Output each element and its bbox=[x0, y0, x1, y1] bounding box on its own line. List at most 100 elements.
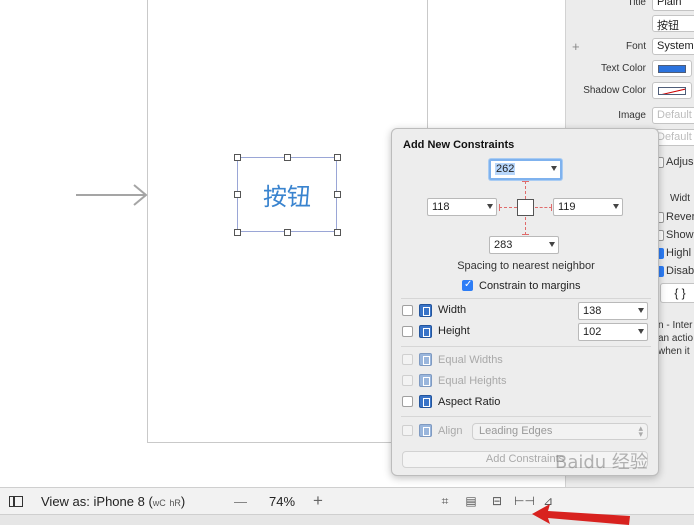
bottom-spacing-value[interactable]: 283 bbox=[494, 239, 512, 251]
title-row: Title Plain bbox=[566, 0, 694, 13]
align-popup[interactable]: Leading Edges ▴ ▾ bbox=[472, 423, 648, 440]
height-value[interactable]: 102 bbox=[583, 326, 601, 338]
equal-widths-checkbox[interactable] bbox=[402, 354, 413, 365]
separator bbox=[401, 416, 651, 417]
resize-handle-t[interactable] bbox=[284, 154, 291, 161]
chevron-down-icon[interactable] bbox=[487, 204, 493, 209]
width-checkbox[interactable] bbox=[402, 305, 413, 316]
width-value[interactable]: 138 bbox=[583, 305, 601, 317]
width-section-label: Widt bbox=[670, 193, 690, 204]
text-color-swatch[interactable] bbox=[652, 60, 692, 77]
title-type-popup[interactable]: Plain bbox=[652, 0, 694, 11]
equal-heights-icon bbox=[419, 374, 432, 387]
resize-handle-br[interactable] bbox=[334, 229, 341, 236]
resize-handle-bl[interactable] bbox=[234, 229, 241, 236]
option-label-3: Disab bbox=[666, 265, 694, 277]
resize-handle-tl[interactable] bbox=[234, 154, 241, 161]
aspect-ratio-checkbox[interactable] bbox=[402, 396, 413, 407]
initial-vc-arrow-icon bbox=[76, 184, 148, 206]
right-spacing-combo[interactable]: 119 bbox=[553, 198, 623, 216]
popover-title: Add New Constraints bbox=[403, 139, 515, 151]
hint-line-2: when it bbox=[658, 346, 690, 357]
view-as-label[interactable]: View as: iPhone 8 (wC hR) bbox=[41, 494, 185, 509]
top-spacing-combo[interactable]: 262 bbox=[489, 159, 562, 180]
chevron-down-icon[interactable] bbox=[638, 308, 644, 313]
image-field[interactable]: Default bbox=[652, 107, 694, 124]
height-label[interactable]: Height bbox=[438, 325, 470, 337]
resize-handle-b[interactable] bbox=[284, 229, 291, 236]
left-strut[interactable] bbox=[499, 207, 517, 208]
title-text-row: 按钮 bbox=[566, 14, 694, 34]
shadow-color-row: Shadow Color bbox=[566, 81, 694, 101]
height-checkbox[interactable] bbox=[402, 326, 413, 337]
font-field[interactable]: System bbox=[652, 38, 694, 55]
height-class: hR bbox=[169, 498, 181, 508]
left-spacing-value[interactable]: 118 bbox=[432, 201, 450, 213]
bottom-strut[interactable] bbox=[525, 217, 526, 235]
bottom-spacing-combo[interactable]: 283 bbox=[489, 236, 559, 254]
align-value: Leading Edges bbox=[479, 425, 553, 437]
title-text-field[interactable]: 按钮 bbox=[652, 15, 694, 32]
hint-line-0: n - Inter bbox=[658, 320, 693, 331]
add-new-constraints-icon[interactable]: ⊢⊣ bbox=[514, 494, 535, 508]
view-as-suffix: ) bbox=[180, 494, 186, 509]
zoom-in-button[interactable]: + bbox=[313, 491, 323, 511]
height-value-combo[interactable]: 102 bbox=[578, 323, 648, 341]
aspect-ratio-icon bbox=[419, 395, 432, 408]
red-pointer-arrow-icon bbox=[532, 504, 630, 525]
resize-handle-r[interactable] bbox=[334, 191, 341, 198]
plus-icon[interactable]: + bbox=[572, 39, 580, 54]
right-strut[interactable] bbox=[535, 207, 552, 208]
resize-handle-l[interactable] bbox=[234, 191, 241, 198]
align-checkbox[interactable] bbox=[402, 425, 413, 436]
constrain-margins-checkbox[interactable] bbox=[462, 279, 473, 291]
add-new-constraints-popover: Add New Constraints 262 118 119 283 Spac… bbox=[391, 128, 659, 476]
button-title: 按钮 bbox=[263, 183, 311, 211]
text-color-row: Text Color bbox=[566, 59, 694, 79]
right-spacing-value[interactable]: 119 bbox=[558, 201, 576, 213]
bottom-strut-cap bbox=[522, 234, 529, 235]
object-library-braces-icon[interactable]: { } bbox=[660, 283, 694, 303]
no-color-icon bbox=[658, 87, 686, 95]
chevron-down-icon[interactable] bbox=[638, 329, 644, 334]
image-label: Image bbox=[618, 110, 646, 121]
height-constraint-icon bbox=[419, 325, 432, 338]
width-constraint-icon bbox=[419, 304, 432, 317]
font-label: Font bbox=[625, 41, 646, 52]
equal-heights-checkbox[interactable] bbox=[402, 375, 413, 386]
chevron-down-icon[interactable] bbox=[613, 204, 619, 209]
align-icon bbox=[419, 424, 432, 437]
up-down-chevron-icon: ▴ ▾ bbox=[638, 423, 643, 439]
shadow-color-label: Shadow Color bbox=[583, 85, 646, 96]
aspect-ratio-label[interactable]: Aspect Ratio bbox=[438, 396, 500, 408]
constrain-margins-label[interactable]: Constrain to margins bbox=[479, 280, 581, 292]
top-strut[interactable] bbox=[525, 181, 526, 199]
zoom-out-button[interactable]: — bbox=[234, 494, 247, 509]
resize-handle-tr[interactable] bbox=[334, 154, 341, 161]
chevron-down-icon[interactable] bbox=[551, 166, 557, 171]
separator bbox=[401, 298, 651, 299]
top-strut-cap bbox=[522, 181, 529, 182]
document-outline-toggle-icon[interactable] bbox=[9, 496, 23, 507]
top-spacing-value[interactable]: 262 bbox=[495, 163, 516, 175]
adjust-label: Adjus bbox=[666, 156, 694, 168]
width-class: wC bbox=[152, 498, 166, 508]
selected-button[interactable]: 按钮 bbox=[234, 154, 341, 236]
left-strut-cap bbox=[499, 204, 500, 211]
font-row: + Font System bbox=[566, 37, 694, 57]
image-row: Image Default bbox=[566, 106, 694, 126]
shadow-color-swatch[interactable] bbox=[652, 82, 692, 99]
view-as-prefix: View as: iPhone 8 ( bbox=[41, 494, 153, 509]
equal-widths-icon bbox=[419, 353, 432, 366]
baidu-watermark: Baidu 经验 bbox=[555, 452, 648, 473]
width-value-combo[interactable]: 138 bbox=[578, 302, 648, 320]
embed-in-stack-icon[interactable]: ▤ bbox=[463, 494, 479, 508]
chevron-down-icon[interactable] bbox=[549, 242, 555, 247]
left-spacing-combo[interactable]: 118 bbox=[427, 198, 497, 216]
width-label[interactable]: Width bbox=[438, 304, 466, 316]
update-frames-icon[interactable]: ⌗ bbox=[437, 494, 453, 508]
title-label: Title bbox=[627, 0, 646, 8]
align-icon[interactable]: ⊟ bbox=[489, 494, 505, 508]
align-label: Align bbox=[438, 425, 463, 437]
constraint-target-box bbox=[517, 199, 534, 216]
